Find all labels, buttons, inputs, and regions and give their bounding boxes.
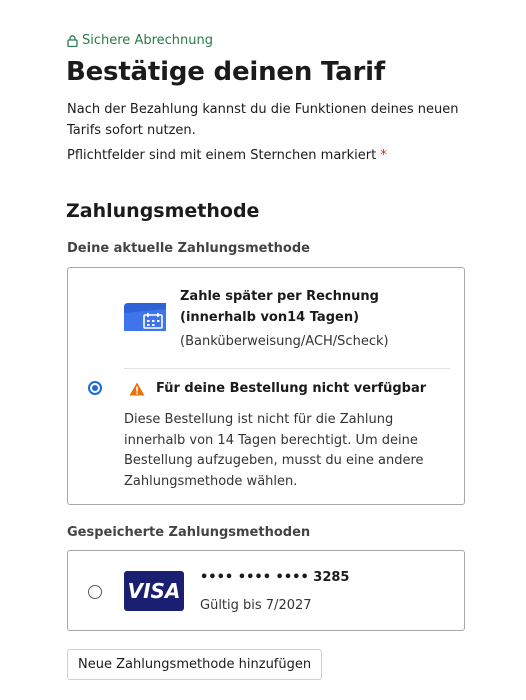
- current-payment-method-card[interactable]: Zahle später per Rechnung (innerhalb von…: [67, 267, 465, 505]
- invoice-method-title: Zahle später per Rechnung (innerhalb von…: [180, 289, 379, 325]
- invoice-method-subtitle: (Banküberweisung/ACH/Scheck): [180, 334, 389, 349]
- invoice-calendar-icon: [124, 303, 166, 331]
- intro-text: Nach der Bezahlung kannst du die Funktio…: [67, 102, 459, 138]
- visa-card-radio[interactable]: [88, 585, 102, 599]
- secure-billing-text: Sichere Abrechnung: [82, 33, 213, 48]
- saved-card-visa[interactable]: VISA •••• •••• •••• 3285 Gültig bis 7/20…: [67, 550, 465, 631]
- divider: [124, 368, 450, 369]
- current-method-label: Deine aktuelle Zahlungsmethode: [67, 241, 310, 256]
- required-note-text: Pflichtfelder sind mit einem Sternchen m…: [67, 148, 377, 163]
- warning-title: Für deine Bestellung nicht verfügbar: [156, 381, 427, 396]
- card-expiry: Gültig bis 7/2027: [200, 598, 312, 613]
- page-title: Bestätige deinen Tarif: [66, 57, 385, 87]
- required-note: Pflichtfelder sind mit einem Sternchen m…: [67, 148, 387, 163]
- payment-method-heading: Zahlungsmethode: [66, 200, 260, 222]
- invoice-method-radio[interactable]: [88, 381, 102, 395]
- visa-logo: VISA: [124, 571, 184, 611]
- warning-icon: [129, 382, 145, 396]
- lock-icon: [67, 34, 78, 47]
- required-star: *: [380, 148, 387, 163]
- secure-billing-label: Sichere Abrechnung: [67, 33, 213, 48]
- card-number: •••• •••• •••• 3285: [200, 570, 350, 585]
- saved-methods-label: Gespeicherte Zahlungsmethoden: [67, 525, 311, 540]
- add-payment-method-button[interactable]: Neue Zahlungsmethode hinzufügen: [67, 649, 323, 680]
- warning-text: Diese Bestellung ist nicht für die Zahlu…: [124, 412, 424, 489]
